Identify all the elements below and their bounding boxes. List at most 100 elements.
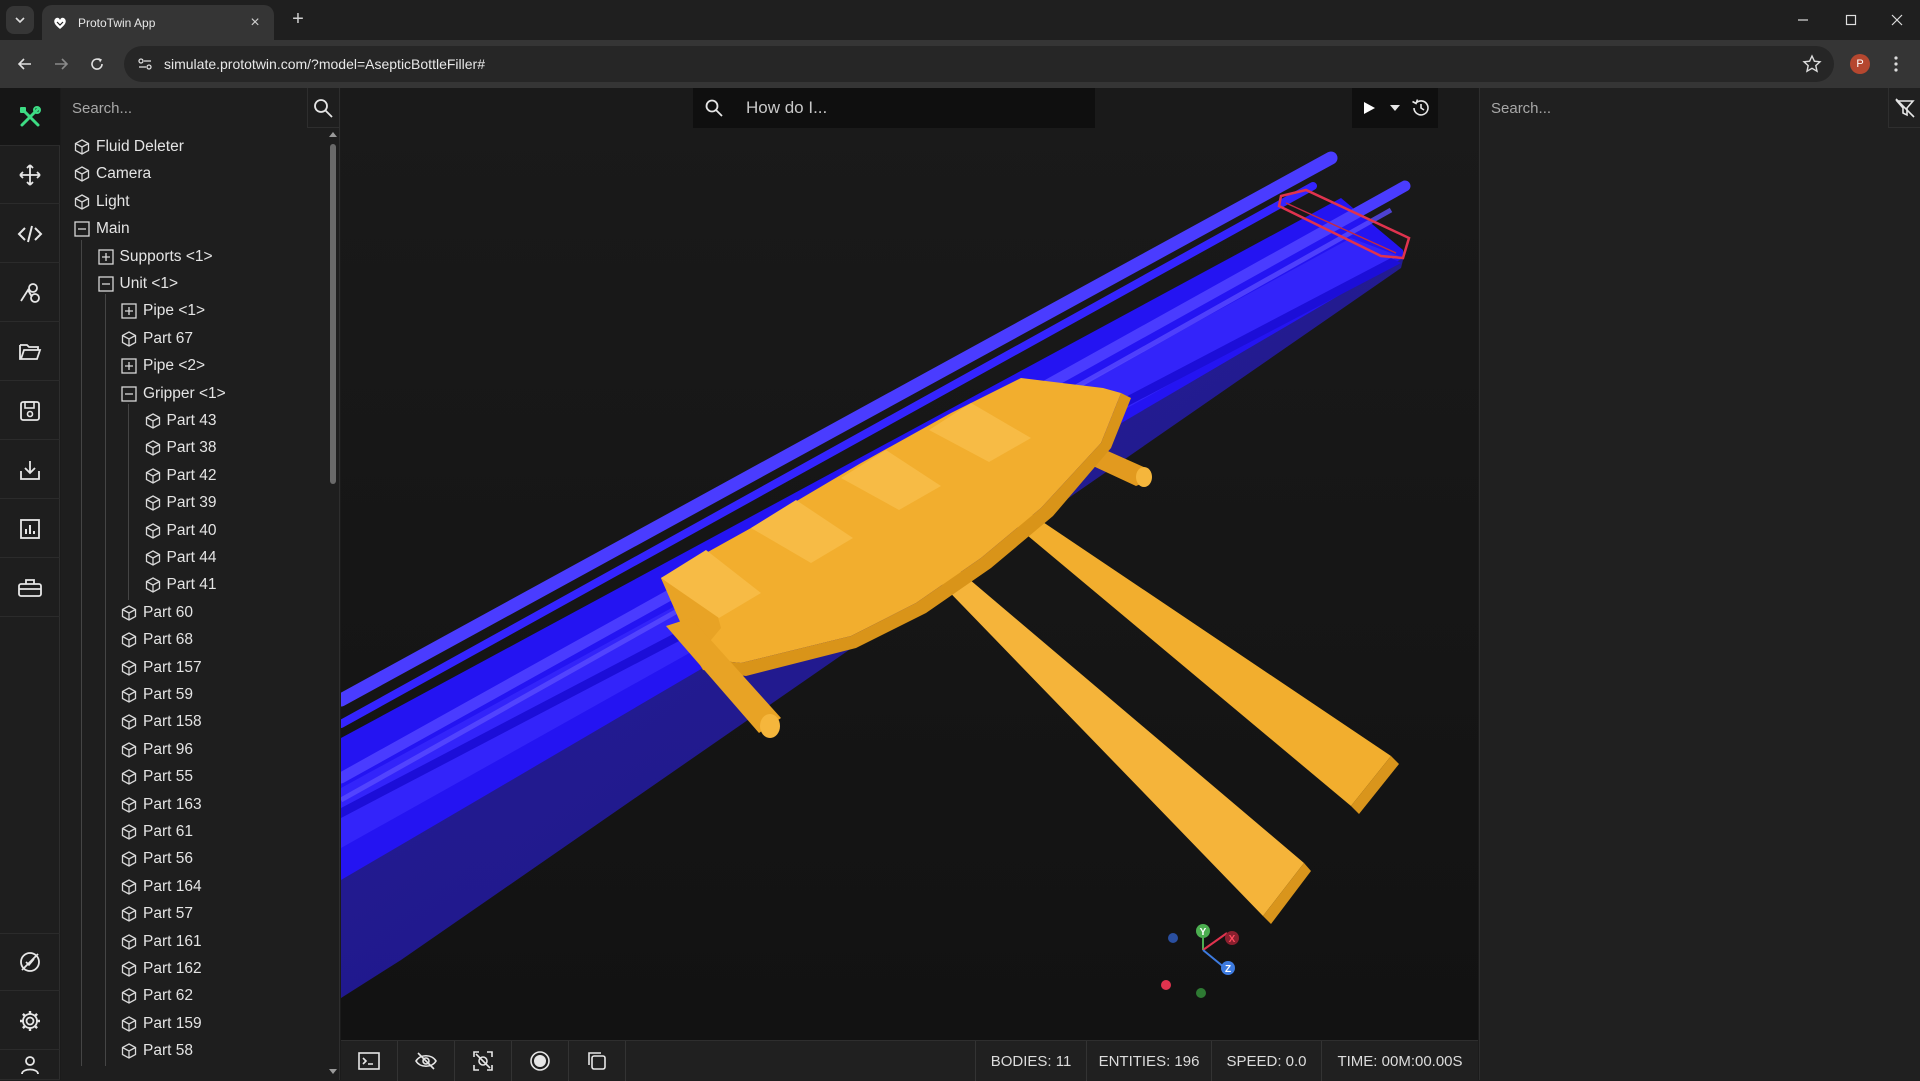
- tree-item[interactable]: Gripper <1>: [121, 381, 226, 407]
- expand-icon[interactable]: [97, 248, 114, 265]
- robot-button[interactable]: [0, 559, 60, 617]
- help-search-input[interactable]: [746, 98, 1066, 118]
- back-button[interactable]: [11, 50, 39, 78]
- tree-item[interactable]: Part 163: [121, 792, 202, 818]
- filter-off-icon[interactable]: [1894, 97, 1916, 119]
- play-button[interactable]: [1352, 88, 1386, 128]
- tree-item-label: Part 60: [143, 603, 193, 621]
- chart-icon: [20, 518, 40, 539]
- new-tab-button[interactable]: +: [286, 8, 310, 32]
- scroll-up-icon[interactable]: [329, 131, 337, 137]
- tree-item[interactable]: Part 39: [145, 490, 216, 516]
- visibility-button[interactable]: [398, 1041, 455, 1081]
- tree-item[interactable]: Part 159: [121, 1011, 202, 1037]
- tree-item[interactable]: Part 96: [121, 737, 193, 763]
- console-button[interactable]: [341, 1041, 398, 1081]
- tree-item[interactable]: Part 38: [145, 435, 216, 461]
- reset-button[interactable]: [1404, 88, 1438, 128]
- tree-item[interactable]: Part 61: [121, 819, 193, 845]
- tree-item-label: Part 158: [143, 713, 202, 731]
- copy-button[interactable]: [569, 1041, 626, 1081]
- tree-item[interactable]: Part 158: [121, 709, 202, 735]
- tree-item[interactable]: Part 57: [121, 901, 193, 927]
- components-button[interactable]: [0, 264, 60, 322]
- charts-button[interactable]: [0, 500, 60, 558]
- browser-menu-button[interactable]: [1884, 52, 1908, 76]
- entities-count: ENTITIES: 196: [1086, 1041, 1211, 1081]
- bookmark-star-icon[interactable]: [1802, 54, 1822, 74]
- disable-physics-button[interactable]: [0, 933, 60, 991]
- tree-item[interactable]: Part 60: [121, 600, 193, 626]
- collapse-icon[interactable]: [97, 276, 114, 292]
- entity-cube-icon: [121, 605, 137, 621]
- tree-item[interactable]: Part 162: [121, 956, 202, 982]
- expand-icon[interactable]: [121, 303, 137, 320]
- site-settings-icon[interactable]: [136, 55, 154, 73]
- tree-item[interactable]: Fluid Deleter: [74, 134, 184, 160]
- play-options-dropdown[interactable]: [1386, 88, 1404, 128]
- tree-item[interactable]: Main: [74, 216, 130, 242]
- tree-item[interactable]: Part 164: [121, 874, 202, 900]
- close-window-button[interactable]: [1874, 0, 1920, 40]
- tab-search-button[interactable]: [6, 6, 34, 34]
- account-button[interactable]: [0, 1051, 60, 1080]
- properties-search-input[interactable]: [1480, 88, 1889, 128]
- tree-item[interactable]: Supports <1>: [97, 244, 213, 270]
- tree-item[interactable]: Part 42: [145, 463, 216, 489]
- tab-close-icon[interactable]: ×: [246, 14, 264, 32]
- tree-item[interactable]: Part 157: [121, 655, 202, 681]
- prototwin-app: Fluid Deleter Camera Light Main Supports <1>…: [0, 88, 1920, 1081]
- forward-button[interactable]: [47, 50, 75, 78]
- tree-item[interactable]: Part 56: [121, 846, 193, 872]
- tree-item[interactable]: Part 43: [145, 408, 216, 434]
- settings-button[interactable]: [0, 992, 60, 1050]
- tree-item[interactable]: Part 67: [121, 326, 193, 352]
- scene-render[interactable]: Y X Z: [341, 88, 1478, 1040]
- arrow-right-icon: [55, 58, 69, 70]
- tree-item[interactable]: Part 58: [121, 1038, 193, 1064]
- tree-item[interactable]: Pipe <1>: [121, 298, 205, 324]
- tree-item[interactable]: Pipe <2>: [121, 353, 205, 379]
- tools-button[interactable]: [0, 88, 60, 146]
- save-button[interactable]: [0, 382, 60, 440]
- move-button[interactable]: [0, 146, 60, 204]
- tree-item[interactable]: Part 55: [121, 764, 193, 790]
- tree-item[interactable]: Part 59: [121, 682, 193, 708]
- entity-cube-icon: [121, 796, 137, 813]
- entity-cube-icon: [145, 550, 160, 566]
- tree-item[interactable]: Light: [74, 189, 130, 215]
- scripting-button[interactable]: [0, 205, 60, 263]
- tree-item[interactable]: Part 68: [121, 627, 193, 653]
- entity-cube-icon: [121, 824, 137, 840]
- tree-item-label: Camera: [96, 165, 152, 183]
- focus-button[interactable]: [455, 1041, 512, 1081]
- tree-item[interactable]: Part 40: [145, 518, 216, 544]
- collapse-icon[interactable]: [74, 221, 90, 237]
- maximize-button[interactable]: [1828, 0, 1874, 40]
- tree-item[interactable]: Part 44: [145, 545, 216, 571]
- tree-item[interactable]: Unit <1>: [97, 271, 178, 297]
- collapse-icon[interactable]: [121, 385, 137, 402]
- browser-tab[interactable]: ProtoTwin App ×: [42, 5, 274, 40]
- tree-item[interactable]: Part 62: [121, 983, 193, 1009]
- profile-avatar[interactable]: P: [1850, 54, 1870, 74]
- tree-item[interactable]: Part 161: [121, 929, 202, 955]
- open-button[interactable]: [0, 323, 60, 381]
- viewport-3d[interactable]: Y X Z: [341, 88, 1478, 1040]
- scroll-down-icon[interactable]: [329, 1069, 337, 1075]
- tree-item[interactable]: Part 41: [145, 572, 216, 598]
- scroll-thumb[interactable]: [330, 144, 336, 484]
- hierarchy-scrollbar[interactable]: [327, 129, 339, 1080]
- record-button[interactable]: [512, 1041, 569, 1081]
- tree-item[interactable]: Camera: [74, 161, 151, 187]
- tools-icon: [20, 105, 41, 126]
- entity-cube-icon: [121, 851, 137, 868]
- reload-button[interactable]: [83, 50, 111, 78]
- expand-icon[interactable]: [121, 358, 137, 374]
- import-button[interactable]: [0, 441, 60, 499]
- minimize-button[interactable]: [1780, 0, 1826, 40]
- gizmo-x-label: X: [1229, 934, 1236, 945]
- search-icon[interactable]: [312, 97, 334, 119]
- hierarchy-search-input[interactable]: [61, 88, 308, 128]
- address-bar[interactable]: simulate.prototwin.com/?model=AsepticBot…: [124, 46, 1834, 82]
